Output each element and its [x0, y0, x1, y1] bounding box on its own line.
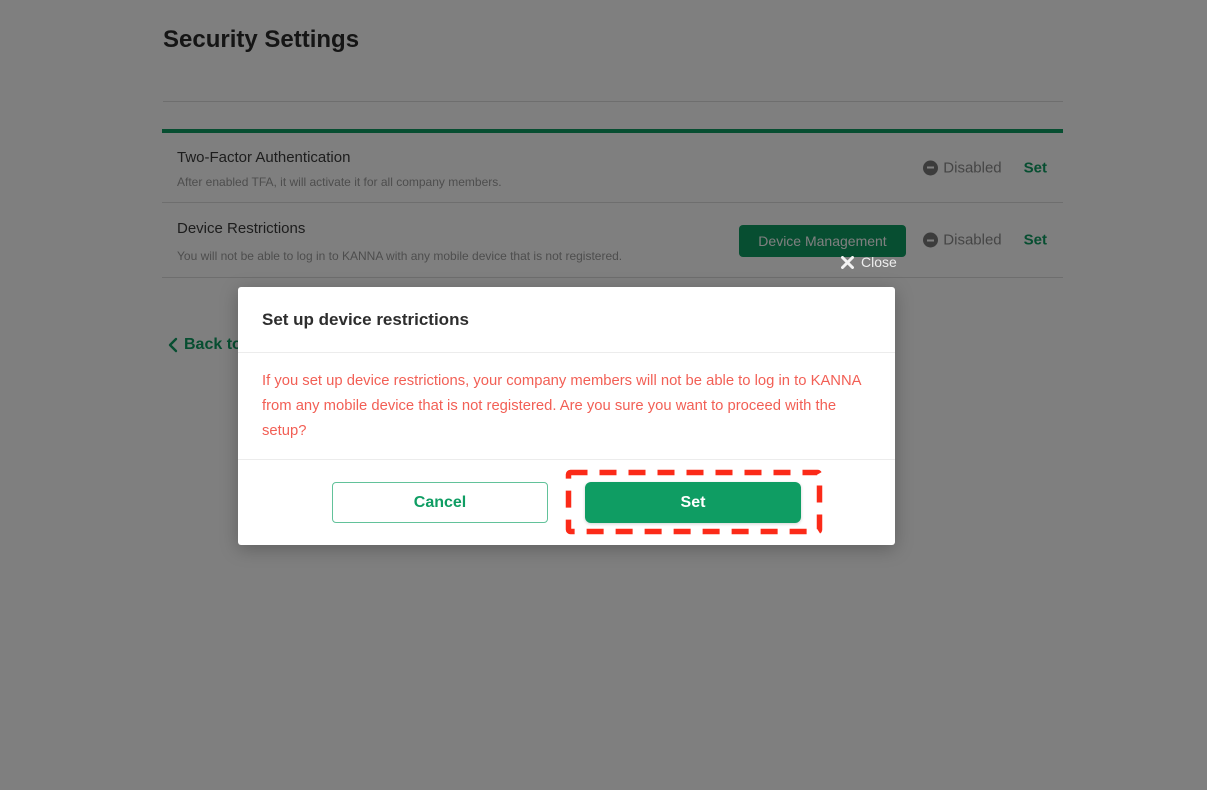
- close-icon: [841, 256, 854, 269]
- set-button[interactable]: Set: [585, 482, 801, 523]
- cancel-button[interactable]: Cancel: [332, 482, 548, 523]
- warning-text: If you set up device restrictions, your …: [262, 369, 871, 444]
- close-label: Close: [861, 254, 897, 270]
- security-settings-page: Security Settings Two-Factor Authenticat…: [0, 0, 1207, 790]
- modal-header: Set up device restrictions: [238, 287, 895, 353]
- modal-footer: Cancel Set: [238, 459, 895, 545]
- device-restrictions-modal: Set up device restrictions If you set up…: [238, 287, 895, 545]
- close-button[interactable]: Close: [841, 254, 897, 270]
- modal-title: Set up device restrictions: [262, 310, 469, 330]
- modal-body: If you set up device restrictions, your …: [238, 354, 895, 459]
